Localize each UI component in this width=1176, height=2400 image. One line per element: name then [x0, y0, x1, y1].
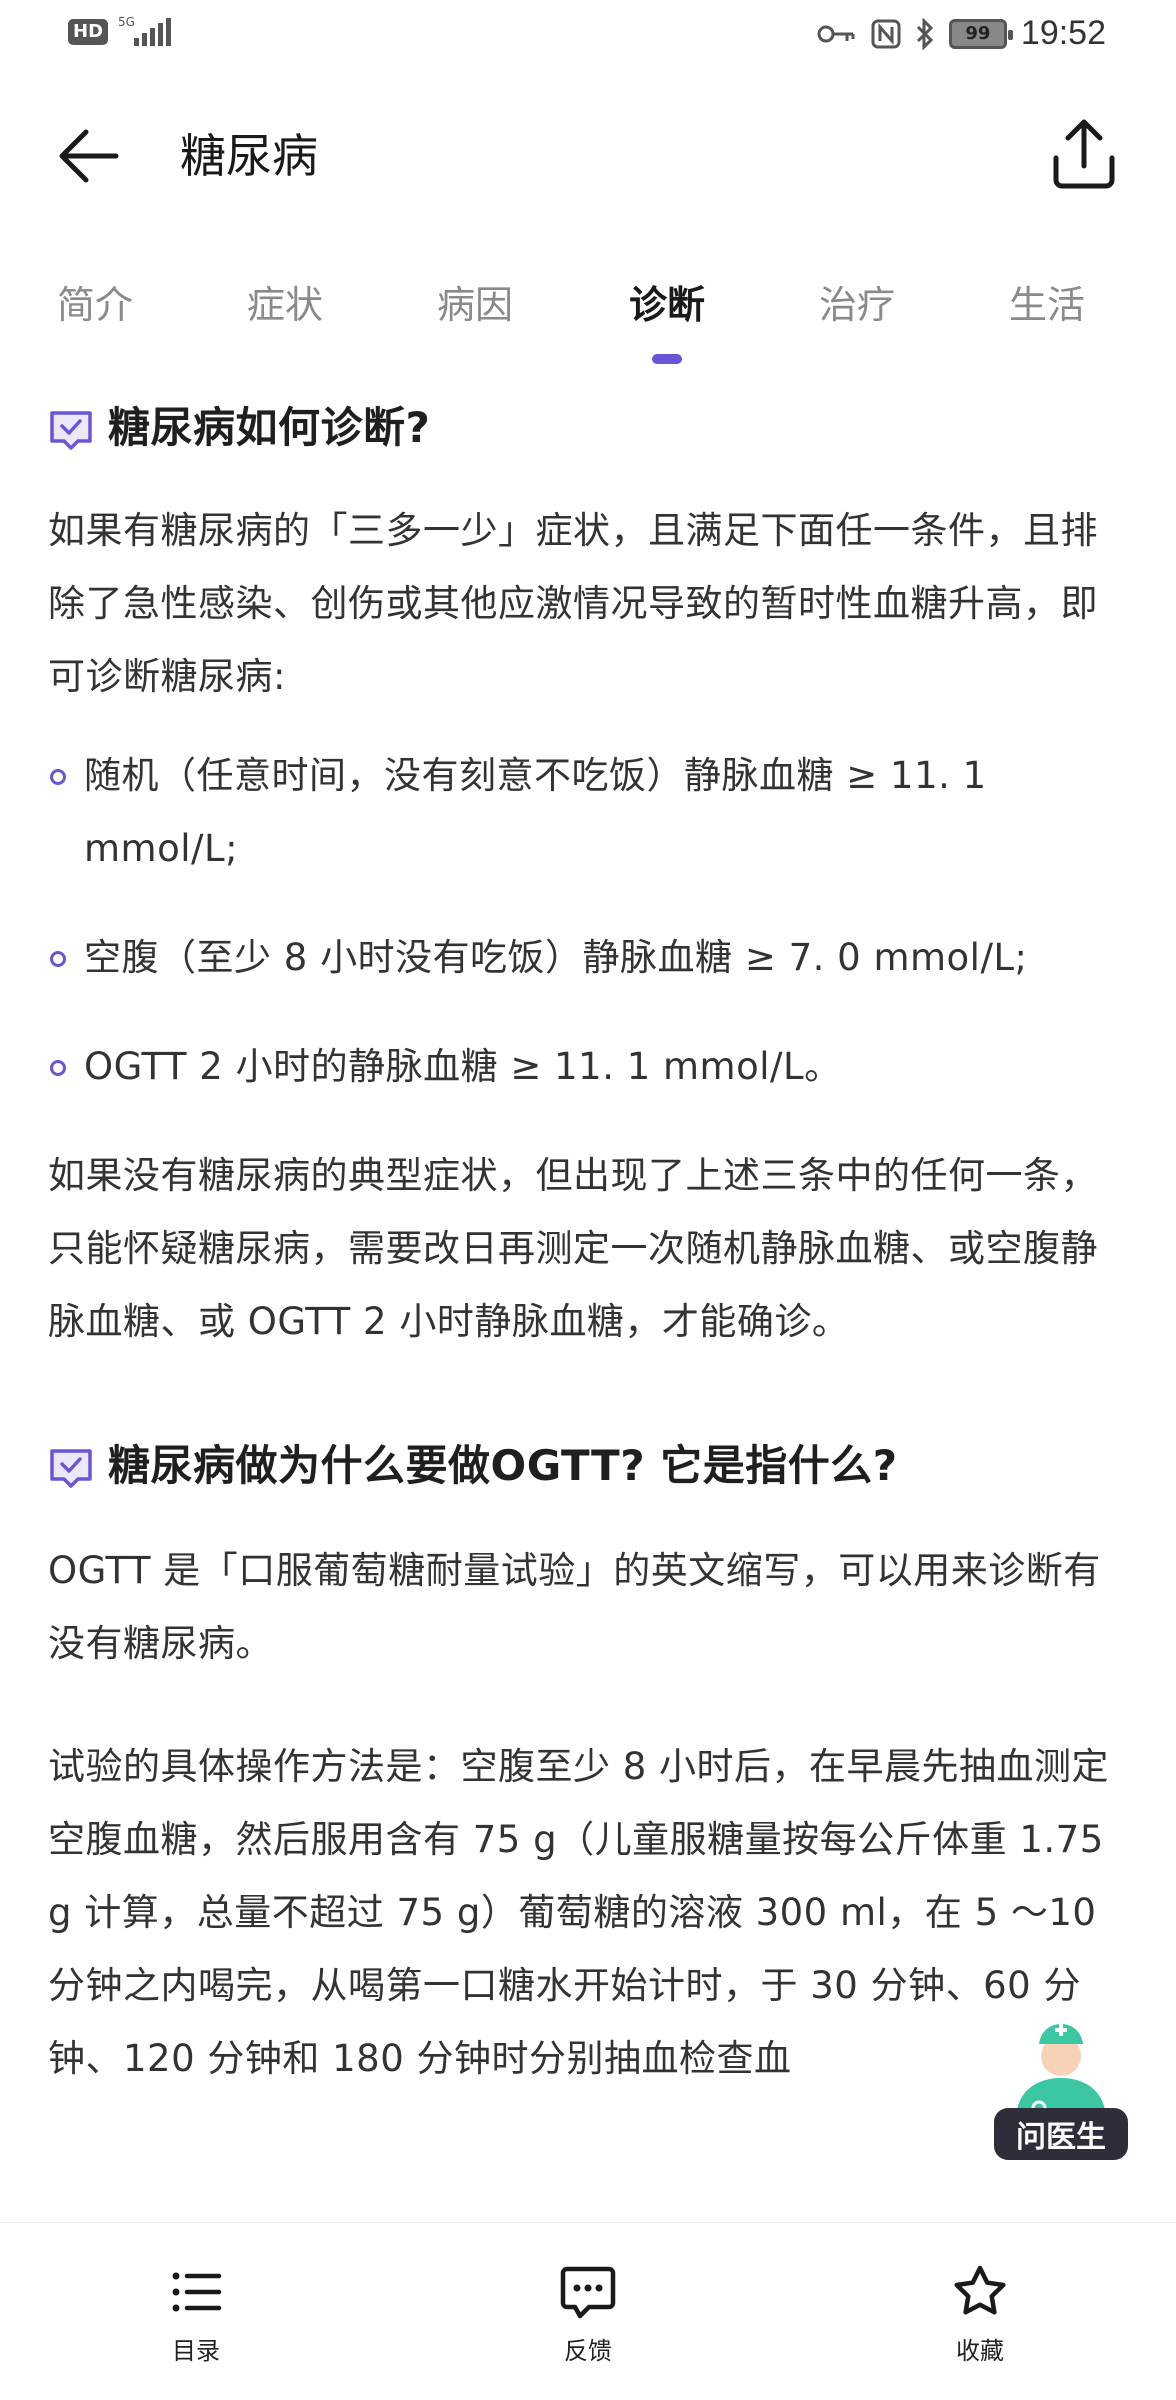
battery-icon: 99	[948, 18, 1013, 49]
section-title: 糖尿病如何诊断?	[108, 403, 431, 452]
star-icon	[954, 2265, 1006, 2315]
feedback-button[interactable]: 反馈	[518, 2263, 658, 2366]
status-bar: HD 5G 99 19:52	[0, 0, 1176, 72]
bluetooth-icon	[916, 17, 934, 50]
toc-button[interactable]: 目录	[126, 2263, 266, 2366]
section-title: 糖尿病做为什么要做OGTT? 它是指什么?	[108, 1441, 898, 1490]
key-icon	[817, 25, 855, 42]
list-item: 空腹（至少 8 小时没有吃饭）静脉血糖 ≥ 7. 0 mmol/L;	[48, 921, 1128, 994]
bottom-bar: 目录 反馈 收藏	[0, 2222, 1176, 2400]
ask-doctor-label: 问医生	[994, 2108, 1128, 2160]
tab-causes[interactable]: 病因	[437, 280, 513, 330]
tab-bar: 简介 症状 病因 诊断 治疗 生活	[0, 270, 1176, 370]
hd-indicator: HD	[68, 19, 109, 45]
tab-diagnosis[interactable]: 诊断	[629, 280, 705, 330]
paragraph: 如果没有糖尿病的典型症状，但出现了上述三条中的任何一条，只能怀疑糖尿病，需要改日…	[48, 1154, 1098, 1343]
section-heading: 糖尿病做为什么要做OGTT? 它是指什么?	[48, 1438, 1128, 1494]
article-content: 糖尿病如何诊断? 如果有糖尿病的「三多一少」症状，且满足下面任一条件，且排除了急…	[48, 400, 1128, 2095]
tab-symptoms[interactable]: 症状	[247, 280, 323, 330]
check-message-icon	[50, 411, 92, 450]
feedback-label: 反馈	[564, 2337, 612, 2365]
paragraph: 试验的具体操作方法是：空腹至少 8 小时后，在早晨先抽血测定空腹血糖，然后服用含…	[48, 1745, 1110, 2080]
share-button[interactable]	[1044, 114, 1124, 194]
network-type-label: 5G	[118, 15, 135, 29]
share-icon	[1053, 119, 1115, 189]
ask-doctor-button[interactable]: 问医生	[994, 2020, 1128, 2160]
back-button[interactable]	[52, 120, 132, 192]
active-tab-indicator	[652, 354, 682, 364]
paragraph: 如果有糖尿病的「三多一少」症状，且满足下面任一条件，且排除了急性感染、创伤或其他…	[48, 509, 1098, 698]
list-item: OGTT 2 小时的静脉血糖 ≥ 11. 1 mmol/L。	[48, 1030, 1128, 1103]
tab-treatment[interactable]: 治疗	[819, 280, 895, 330]
check-message-icon	[50, 1449, 92, 1488]
paragraph: OGTT 是「口服葡萄糖耐量试验」的英文缩写，可以用来诊断有没有糖尿病。	[48, 1549, 1101, 1665]
doctor-avatar-icon	[1016, 2024, 1106, 2120]
page-title: 糖尿病	[180, 129, 318, 183]
app-header: 糖尿病	[0, 100, 1176, 212]
favorite-label: 收藏	[956, 2337, 1004, 2365]
nfc-icon	[871, 19, 901, 48]
chat-bubble-icon	[560, 2266, 616, 2319]
signal-icon: 5G	[118, 15, 172, 46]
section-heading: 糖尿病如何诊断?	[48, 400, 1128, 456]
list-icon	[172, 2272, 222, 2312]
list-item: 随机（任意时间，没有刻意不吃饭）静脉血糖 ≥ 11. 1 mmol/L;	[48, 739, 1128, 885]
tab-lifestyle[interactable]: 生活	[1009, 280, 1085, 330]
arrow-left-icon	[59, 129, 119, 183]
criteria-list: 随机（任意时间，没有刻意不吃饭）静脉血糖 ≥ 11. 1 mmol/L; 空腹（…	[48, 739, 1128, 1103]
tab-intro[interactable]: 简介	[57, 280, 133, 330]
toc-label: 目录	[172, 2337, 220, 2365]
battery-level: 99	[965, 23, 991, 44]
favorite-button[interactable]: 收藏	[910, 2263, 1050, 2366]
clock: 19:52	[1020, 14, 1106, 52]
